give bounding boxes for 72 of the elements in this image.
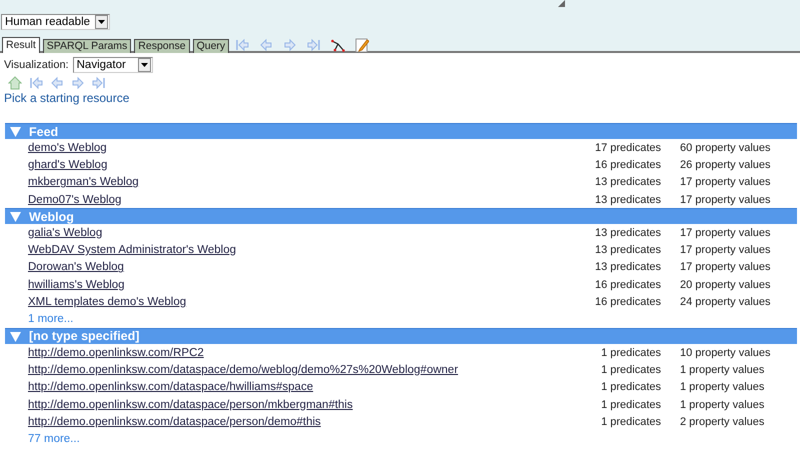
- property-value-count: 20 property values: [680, 278, 772, 291]
- property-value-count: 1 property values: [680, 364, 766, 376]
- home-icon[interactable]: [8, 76, 22, 90]
- property-value-count: 17 property values: [680, 261, 772, 274]
- resource-link[interactable]: galia's Weblog: [28, 226, 571, 239]
- last-page-icon[interactable]: [92, 76, 106, 90]
- collapse-triangle-icon[interactable]: [10, 126, 21, 137]
- resource-link[interactable]: mkbergman's Weblog: [28, 176, 571, 188]
- first-page-icon[interactable]: [235, 38, 250, 52]
- tab[interactable]: SPARQL Params: [42, 39, 132, 53]
- last-page-icon[interactable]: [307, 38, 322, 52]
- property-value-count: 17 property values: [680, 226, 772, 239]
- collapse-triangle-icon[interactable]: [10, 330, 21, 342]
- predicate-count: 13 predicates: [594, 176, 661, 188]
- resource-link[interactable]: hwilliams's Weblog: [28, 278, 571, 291]
- predicate-count: 17 predicates: [594, 142, 661, 154]
- visualization-label: Visualization:: [4, 59, 69, 71]
- resource-link[interactable]: http://demo.openlinksw.com/dataspace/demo/weblog/demo%27s%20Weblog#owner: [28, 364, 571, 376]
- resource-link[interactable]: http://demo.openlinksw.com/dataspace/person/mkbergman#this: [28, 398, 571, 410]
- predicate-count: 1 predicates: [600, 381, 661, 394]
- back-arrow-icon[interactable]: [50, 76, 64, 90]
- forward-arrow-icon[interactable]: [283, 38, 298, 52]
- predicate-count: 1 predicates: [600, 346, 661, 359]
- property-value-count: 26 property values: [680, 158, 772, 171]
- tab[interactable]: Query: [192, 39, 230, 53]
- resource-link[interactable]: ghard's Weblog: [28, 158, 571, 171]
- resource-link[interactable]: http://demo.openlinksw.com/dataspace/person/demo#this: [28, 416, 571, 428]
- more-link[interactable]: 77 more...: [28, 433, 80, 446]
- predicate-count: 16 predicates: [594, 296, 661, 308]
- predicate-count: 16 predicates: [594, 158, 661, 171]
- tab[interactable]: Response: [134, 39, 190, 53]
- more-link[interactable]: 1 more...: [28, 313, 74, 326]
- property-value-count: 1 property values: [680, 398, 766, 410]
- predicate-count: 13 predicates: [594, 244, 661, 256]
- predicate-count: 13 predicates: [594, 226, 661, 239]
- resource-link[interactable]: XML templates demo's Weblog: [28, 296, 571, 308]
- forward-arrow-icon[interactable]: [71, 76, 85, 90]
- predicate-count: 13 predicates: [594, 261, 661, 274]
- start-link[interactable]: Pick a starting resource: [4, 91, 800, 105]
- tab[interactable]: Result: [2, 37, 40, 53]
- predicate-count: 16 predicates: [594, 278, 661, 291]
- property-value-count: 24 property values: [680, 296, 772, 308]
- first-page-icon[interactable]: [29, 76, 43, 90]
- visualization-dropdown[interactable]: Navigator: [72, 57, 153, 73]
- predicate-count: 1 predicates: [600, 364, 661, 376]
- pencil-note-icon[interactable]: [355, 38, 370, 52]
- dropdown-arrow-icon[interactable]: [98, 20, 105, 24]
- resource-link[interactable]: WebDAV System Administrator's Weblog: [28, 244, 571, 256]
- graph-icon[interactable]: [331, 38, 346, 52]
- dropdown-arrow-icon[interactable]: [140, 63, 148, 67]
- property-value-count: 17 property values: [680, 244, 772, 256]
- resource-link[interactable]: Dorowan's Weblog: [28, 261, 571, 274]
- collapse-triangle-icon[interactable]: [10, 211, 21, 222]
- resource-link[interactable]: http://demo.openlinksw.com/RPC2: [28, 346, 571, 359]
- property-value-count: 17 property values: [680, 176, 772, 188]
- predicate-count: 13 predicates: [594, 194, 661, 206]
- resize-grip-icon[interactable]: [558, 0, 566, 7]
- property-value-count: 2 property values: [680, 416, 766, 428]
- resource-link[interactable]: Demo07's Weblog: [28, 194, 571, 206]
- resource-link[interactable]: demo's Weblog: [28, 142, 571, 154]
- predicate-count: 1 predicates: [600, 416, 661, 428]
- format-dropdown[interactable]: Human readable: [1, 14, 110, 30]
- property-value-count: 17 property values: [680, 194, 772, 206]
- back-arrow-icon[interactable]: [259, 38, 274, 52]
- property-value-count: 1 property values: [680, 381, 766, 394]
- property-value-count: 60 property values: [680, 142, 772, 154]
- group-title: Weblog: [29, 210, 74, 224]
- resource-link[interactable]: http://demo.openlinksw.com/dataspace/hwilliams#space: [28, 381, 571, 394]
- property-value-count: 10 property values: [680, 346, 772, 359]
- predicate-count: 1 predicates: [600, 398, 661, 410]
- group-title: Feed: [29, 124, 58, 138]
- group-title: [no type specified]: [29, 329, 140, 344]
